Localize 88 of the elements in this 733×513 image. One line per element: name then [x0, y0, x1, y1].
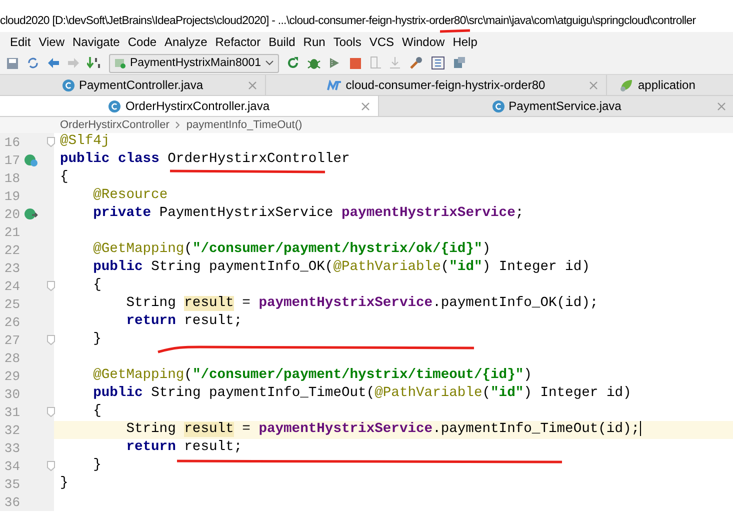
- line-number: 26: [3, 314, 20, 330]
- line-number: 30: [3, 386, 20, 402]
- application-icon: [114, 57, 126, 69]
- build-icon[interactable]: [87, 56, 102, 70]
- code-line: private PaymentHystrixService paymentHystrixService;: [93, 206, 524, 221]
- run-configuration-dropdown[interactable]: PaymentHystrixMain8001: [109, 54, 280, 72]
- annotation-underline: [440, 29, 470, 33]
- code-line: {: [93, 278, 102, 293]
- line-number: 23: [3, 260, 20, 276]
- class-icon: [62, 78, 75, 92]
- line-number: 22: [3, 242, 20, 258]
- close-icon[interactable]: [717, 102, 726, 111]
- back-arrow-icon[interactable]: [47, 57, 60, 69]
- line-number: 31: [3, 404, 20, 420]
- menu-item[interactable]: Tools: [333, 35, 362, 49]
- code-line: @Slf4j: [60, 134, 110, 149]
- bean-gutter-icon[interactable]: [24, 208, 38, 221]
- close-icon[interactable]: [248, 81, 257, 90]
- line-number: 27: [3, 332, 20, 348]
- database-icon[interactable]: [452, 56, 466, 70]
- code-line: @GetMapping("/consumer/payment/hystrix/ok/{id}"): [93, 242, 491, 257]
- line-number: 34: [3, 458, 20, 474]
- class-gutter-icon[interactable]: [24, 154, 38, 167]
- window-title: cloud2020 [D:\devSoft\JetBrains\IdeaProjects\cloud2020] - ...\cloud-consumer-feign-hystrix-order80\src\main\java\com\atguigu\springcloud\controller: [0, 15, 696, 28]
- line-number: 17: [3, 152, 20, 168]
- line-number: 36: [3, 494, 20, 510]
- save-icon[interactable]: [6, 56, 19, 70]
- editor-tab[interactable]: OrderHystirxController.java: [0, 96, 379, 116]
- code-line: String result = paymentHystrixService.paymentInfo_TimeOut(id);: [126, 422, 640, 438]
- class-icon: [492, 100, 505, 112]
- menu-item[interactable]: Refactor: [215, 35, 261, 49]
- code-line: return result;: [126, 440, 242, 455]
- line-number: 16: [3, 134, 20, 150]
- menu-item[interactable]: Window: [402, 35, 445, 49]
- line-number: 18: [3, 170, 20, 186]
- code-line: }: [93, 458, 102, 473]
- menu-item[interactable]: Code: [128, 35, 157, 49]
- code-line: public String paymentInfo_TimeOut(@PathVariable("id") Integer id): [93, 386, 632, 401]
- class-icon: [108, 100, 122, 112]
- chevron-icon: [175, 121, 180, 129]
- menu-item[interactable]: View: [38, 35, 64, 49]
- menu-item[interactable]: Help: [452, 35, 478, 49]
- code-line: {: [60, 170, 68, 185]
- maven-m-icon: [326, 80, 342, 90]
- breadcrumb-item[interactable]: OrderHystirxController: [60, 119, 170, 131]
- close-icon[interactable]: [361, 102, 370, 111]
- fold-marker-icon[interactable]: [47, 461, 55, 471]
- menu-item[interactable]: Navigate: [72, 35, 120, 49]
- code-line: {: [93, 404, 102, 419]
- sync-icon[interactable]: [26, 56, 40, 70]
- menu-item[interactable]: Run: [303, 35, 326, 49]
- code-line: }: [93, 332, 102, 347]
- fold-marker-icon[interactable]: [47, 281, 55, 291]
- breadcrumb-item[interactable]: paymentInfo_TimeOut(): [186, 119, 302, 131]
- fold-marker-icon[interactable]: [47, 407, 55, 417]
- menu-item[interactable]: Edit: [10, 35, 31, 49]
- stop-icon[interactable]: [349, 56, 362, 70]
- menu-item[interactable]: Analyze: [164, 35, 208, 49]
- code-line: @Resource: [93, 188, 168, 203]
- code-line: public class OrderHystirxController: [60, 152, 350, 167]
- code-line: }: [60, 476, 68, 491]
- line-number: 19: [3, 188, 20, 204]
- line-number: 35: [3, 476, 20, 492]
- line-number: 24: [3, 278, 20, 294]
- code-line: public String paymentInfo_OK(@PathVariable("id") Integer id): [93, 260, 590, 275]
- code-line: @GetMapping("/consumer/payment/hystrix/timeout/{id}"): [93, 368, 532, 383]
- code-line: String result = paymentHystrixService.paymentInfo_OK(id);: [126, 296, 598, 311]
- forward-arrow-icon[interactable]: [67, 57, 80, 69]
- line-number: 29: [3, 368, 20, 384]
- code-line: return result;: [126, 314, 242, 329]
- fold-marker-icon[interactable]: [47, 137, 55, 147]
- line-number: 33: [3, 440, 20, 456]
- line-number: 32: [3, 422, 20, 438]
- line-number: 20: [3, 206, 20, 222]
- bug-icon[interactable]: [307, 56, 322, 70]
- menu-item[interactable]: Build: [268, 35, 296, 49]
- project-structure-icon[interactable]: [431, 56, 446, 70]
- wrench-icon[interactable]: [409, 56, 424, 70]
- rerun-icon[interactable]: [286, 56, 300, 70]
- line-number: 21: [3, 224, 20, 240]
- dropdown-caret-icon: [265, 60, 274, 66]
- close-icon[interactable]: [589, 81, 598, 90]
- line-number: 28: [3, 350, 20, 366]
- fold-marker-icon[interactable]: [47, 335, 55, 345]
- text-cursor: [640, 421, 641, 436]
- line-number: 25: [3, 296, 20, 312]
- leaf-icon: [619, 78, 634, 92]
- menu-item[interactable]: VCS: [369, 35, 394, 49]
